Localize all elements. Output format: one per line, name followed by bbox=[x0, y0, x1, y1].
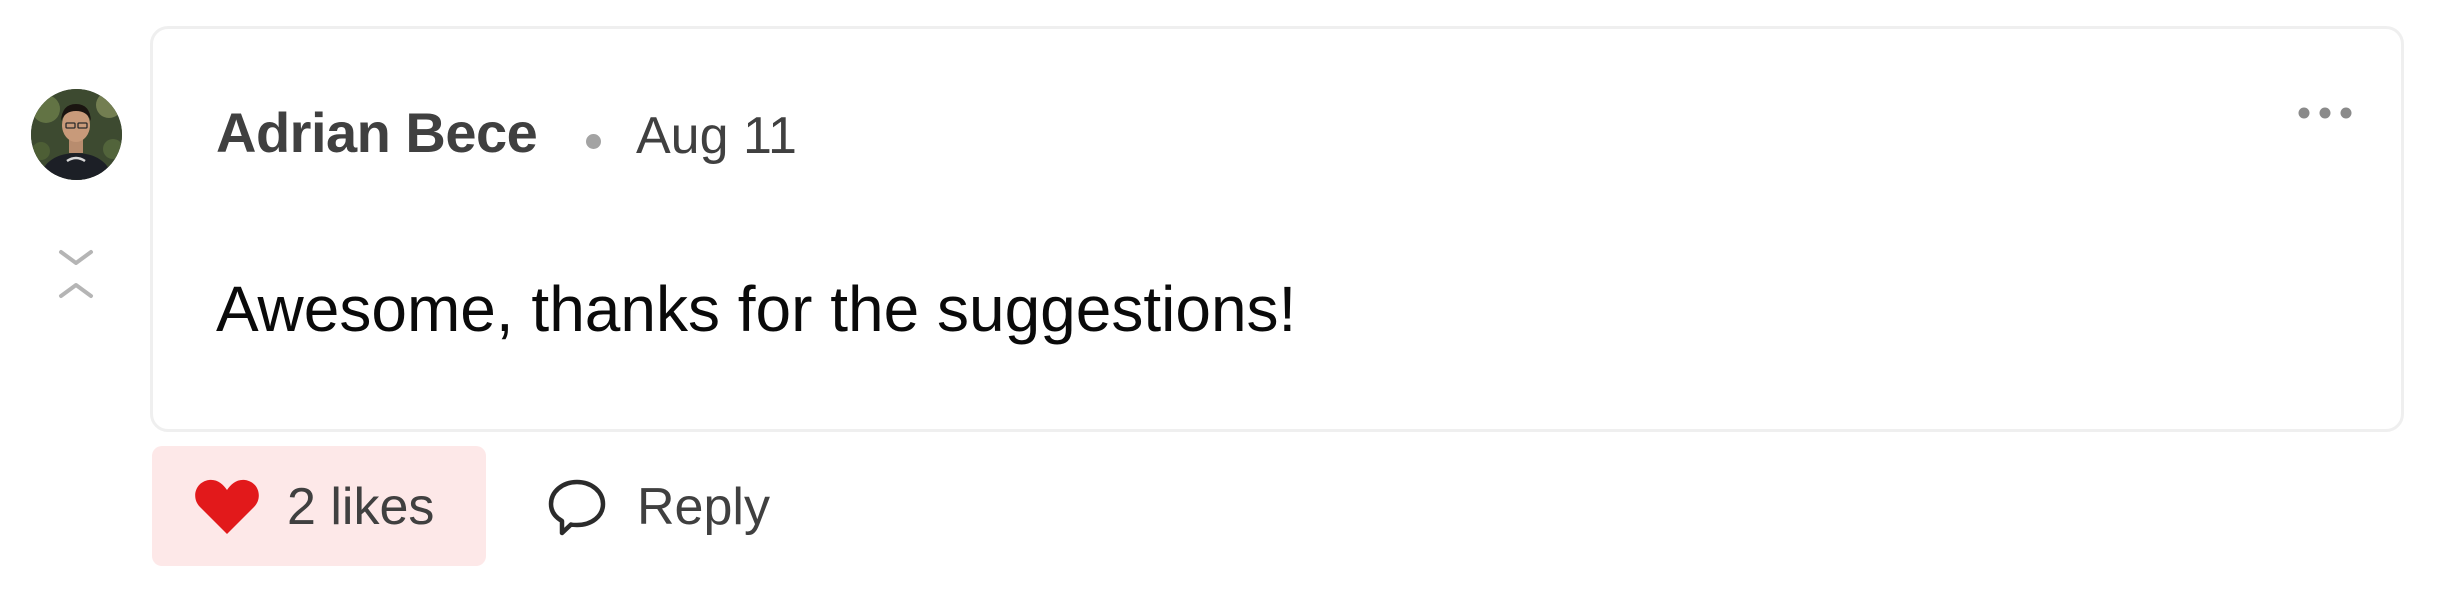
comment-date[interactable]: Aug 11 bbox=[636, 110, 797, 162]
more-options-icon bbox=[2298, 107, 2352, 119]
collapse-thread-button[interactable] bbox=[54, 246, 98, 302]
author-avatar[interactable] bbox=[31, 89, 122, 180]
reply-label: Reply bbox=[637, 478, 770, 536]
meta-separator-dot bbox=[586, 134, 601, 149]
like-button[interactable]: 2 likes bbox=[152, 446, 486, 566]
heart-icon bbox=[195, 479, 259, 534]
comment-body: Awesome, thanks for the suggestions! bbox=[216, 273, 1297, 345]
collapse-thread-icon bbox=[59, 250, 93, 298]
avatar-image bbox=[31, 89, 122, 180]
like-count-label: 2 likes bbox=[287, 478, 435, 536]
reply-button[interactable]: Reply bbox=[525, 446, 795, 566]
comment-card: Adrian Bece Aug 11 Awesome, thanks for t… bbox=[150, 26, 2404, 432]
comment-bubble-icon bbox=[548, 479, 606, 536]
more-options-button[interactable] bbox=[2295, 99, 2355, 127]
comment-author[interactable]: Adrian Bece bbox=[216, 105, 538, 161]
